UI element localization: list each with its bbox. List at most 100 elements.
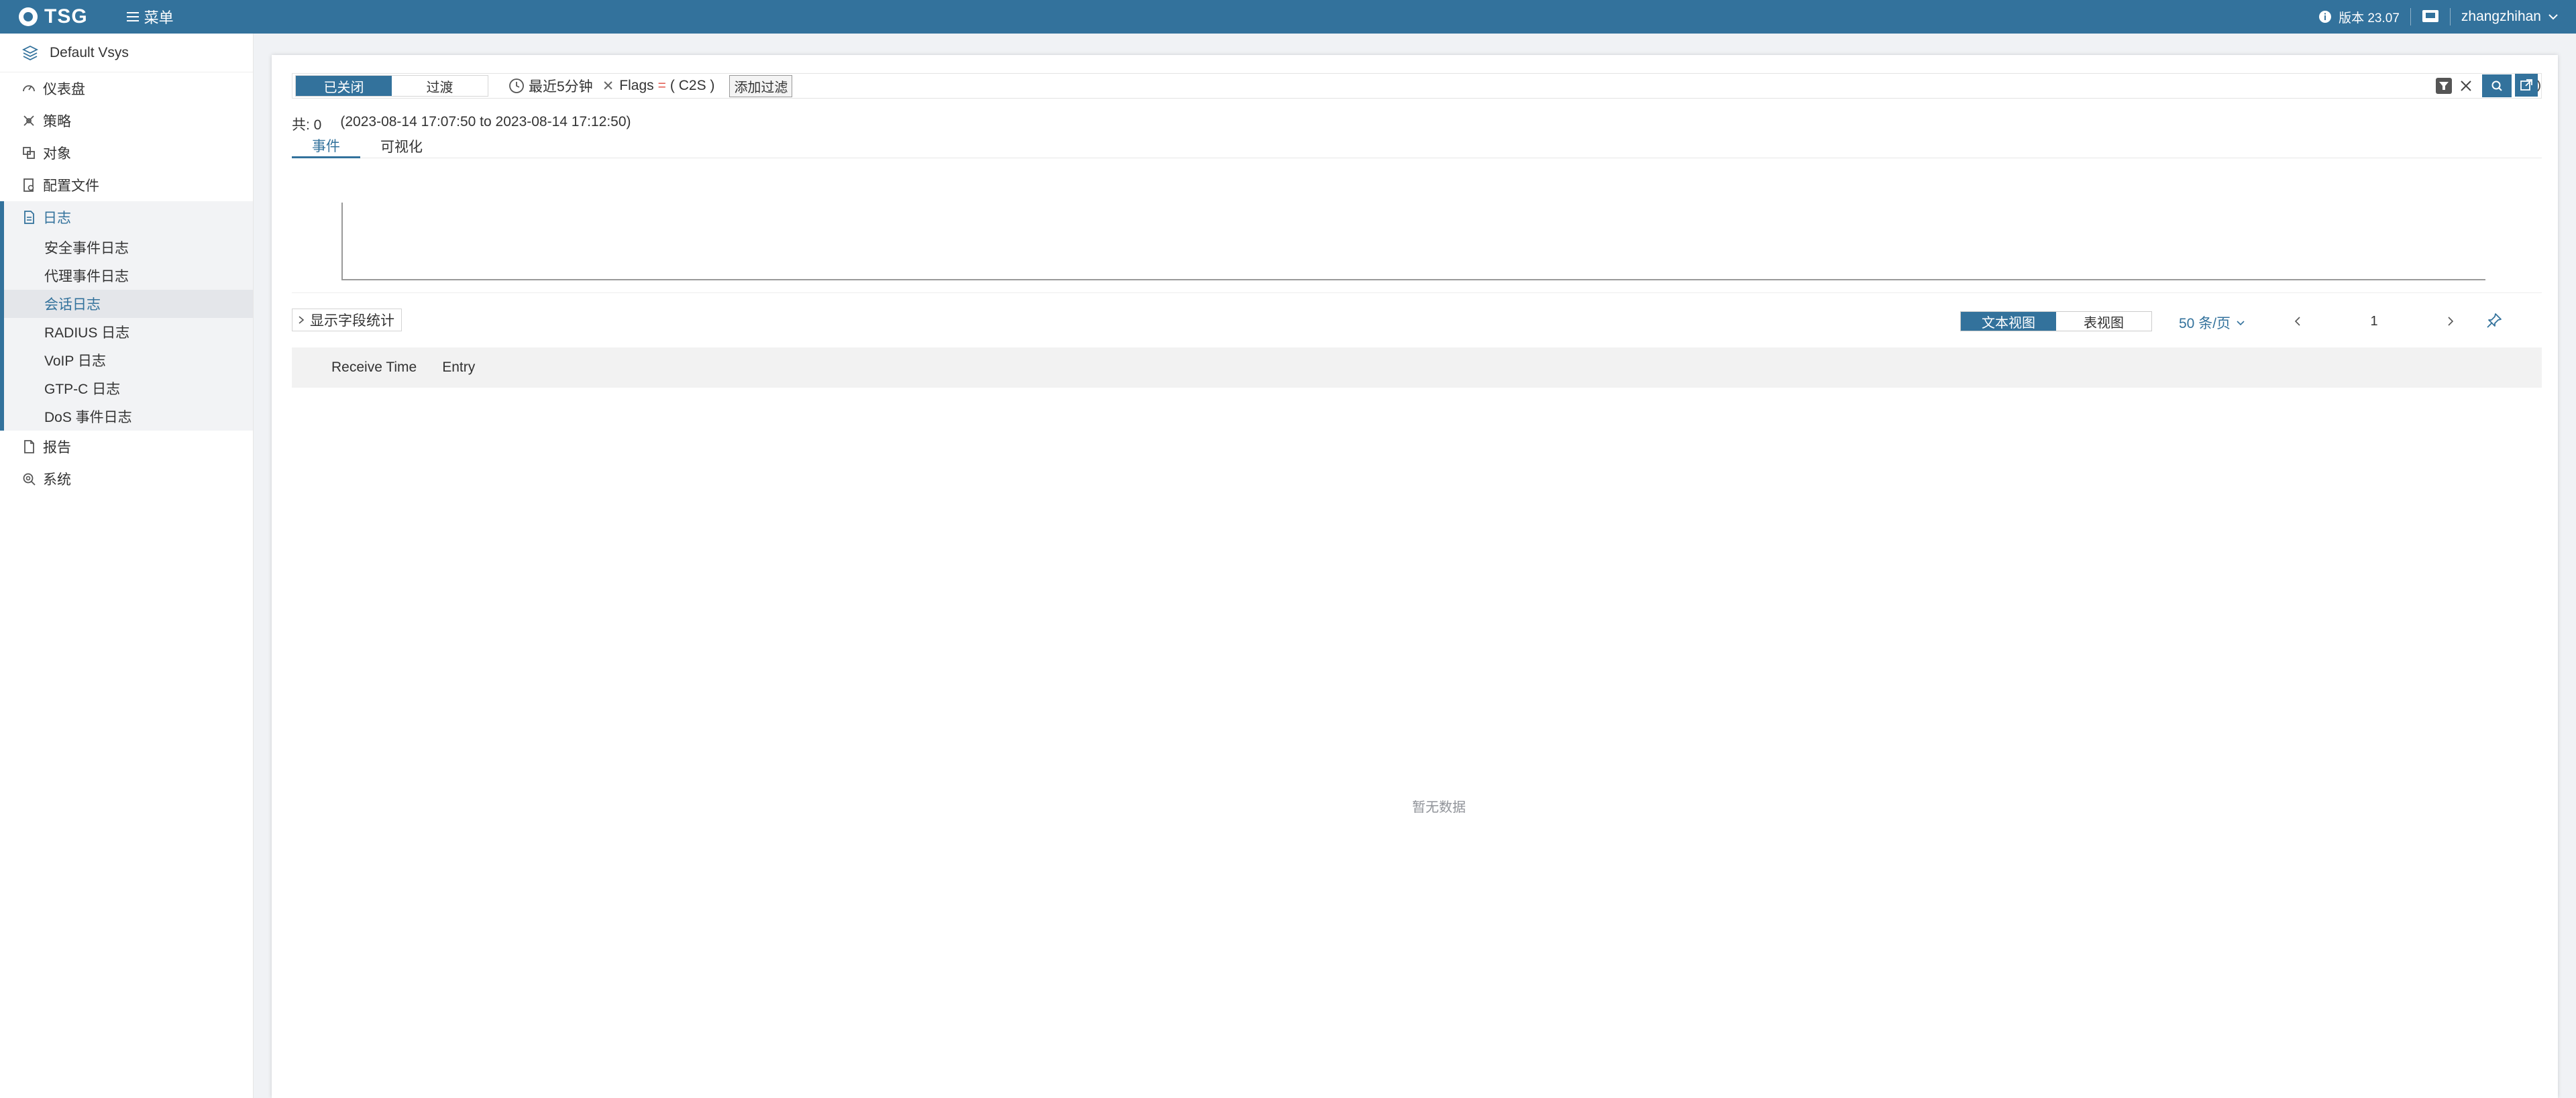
- column-entry[interactable]: Entry: [442, 360, 475, 376]
- logo-icon: [19, 7, 38, 26]
- sidebar-item-label: 仪表盘: [43, 82, 85, 97]
- sidebar-item-profiles[interactable]: 配置文件: [0, 169, 253, 201]
- current-page[interactable]: 1: [2302, 314, 2447, 329]
- screen-button[interactable]: [2422, 9, 2439, 24]
- clock-icon: [509, 78, 524, 93]
- system-icon: [23, 473, 36, 486]
- hamburger-icon: [126, 12, 139, 21]
- sidebar-subitem-dos-log[interactable]: DoS 事件日志: [4, 402, 253, 431]
- toggle-transition-button[interactable]: 过渡: [392, 76, 488, 96]
- close-icon: [2461, 80, 2471, 91]
- field-stats-toggle[interactable]: 显示字段统计: [292, 309, 402, 331]
- chevron-right-icon: [2448, 317, 2454, 326]
- divider: [2449, 8, 2451, 25]
- user-menu[interactable]: zhangzhihan: [2461, 9, 2559, 25]
- sidebar-item-label: 策略: [43, 114, 71, 129]
- sidebar-item-objects[interactable]: 对象: [0, 137, 253, 169]
- next-page-button[interactable]: [2447, 316, 2455, 327]
- sidebar-subitem-radius-log[interactable]: RADIUS 日志: [4, 318, 253, 346]
- log-icon: [24, 211, 34, 224]
- layers-icon: [21, 45, 39, 60]
- sidebar-item-label: 系统: [43, 472, 71, 488]
- empty-state: 暂无数据: [1412, 800, 1466, 815]
- tab-visualization[interactable]: 可视化: [360, 134, 443, 158]
- objects-icon: [23, 147, 35, 159]
- status-toggle: 已关闭 过渡: [295, 75, 488, 97]
- username: zhangzhihan: [2461, 9, 2541, 24]
- filter-field: Flags: [619, 78, 654, 93]
- divider: [292, 292, 2542, 293]
- add-filter-button[interactable]: 添加过滤: [729, 74, 793, 97]
- divider: [2410, 8, 2411, 25]
- column-receive-time[interactable]: Receive Time: [331, 360, 417, 376]
- table-header: Receive Time Entry: [292, 347, 2542, 388]
- pagination: 1: [2294, 311, 2455, 331]
- top-bar: TSG 菜单 版本 23.07 zhangzhihan: [0, 0, 2576, 34]
- dashboard-icon: [23, 85, 35, 92]
- sidebar-item-dashboard[interactable]: 仪表盘: [0, 72, 253, 105]
- sidebar-item-label: 报告: [43, 440, 71, 455]
- pin-icon: [2487, 313, 2502, 328]
- page-size-select[interactable]: 50 条/页: [2179, 313, 2245, 333]
- page-size-label: 50 条/页: [2179, 316, 2231, 331]
- policy-icon: [23, 115, 34, 126]
- text-view-button[interactable]: 文本视图: [1961, 312, 2056, 331]
- time-range-label: 最近5分钟: [529, 79, 593, 95]
- filter-button[interactable]: [2435, 77, 2453, 95]
- result-time-range: (2023-08-14 17:07:50 to 2023-08-14 17:12…: [340, 114, 631, 129]
- view-tabs: 事件 可视化: [292, 134, 2542, 158]
- chevron-down-icon: [2548, 14, 2558, 20]
- sidebar-subitem-proxy-log[interactable]: 代理事件日志: [4, 262, 253, 290]
- filter-bar: 已关闭 过渡 最近5分钟 ✕ Flags = ( C2S ) 添加过滤: [292, 73, 2542, 99]
- logo-text: TSG: [44, 5, 88, 28]
- histogram-x-axis: [341, 279, 2485, 280]
- prev-page-button[interactable]: [2294, 316, 2302, 327]
- sidebar-item-logs[interactable]: 日志: [4, 201, 253, 233]
- sidebar-item-label: 配置文件: [43, 178, 99, 194]
- remove-filter-button[interactable]: ✕: [602, 78, 614, 95]
- vsys-selector[interactable]: Default Vsys: [0, 34, 253, 72]
- logo[interactable]: TSG: [17, 5, 88, 28]
- sidebar-subitem-security-log[interactable]: 安全事件日志: [4, 233, 253, 262]
- sidebar-item-label: 对象: [43, 146, 71, 162]
- result-count: 共: 0: [292, 117, 322, 133]
- sidebar-item-label: 日志: [43, 211, 71, 226]
- export-icon: [2520, 79, 2532, 91]
- menu-button[interactable]: 菜单: [126, 6, 174, 28]
- sidebar-item-system[interactable]: 系统: [0, 463, 253, 495]
- search-icon: [2491, 80, 2502, 91]
- chevron-right-icon: [299, 316, 305, 324]
- sidebar-subitem-gtpc-log[interactable]: GTP-C 日志: [4, 374, 253, 402]
- time-range-selector[interactable]: 最近5分钟: [508, 76, 593, 96]
- version-text: 版本 23.07: [2339, 11, 2400, 25]
- event-histogram: [341, 203, 2485, 283]
- vsys-label: Default Vsys: [50, 44, 129, 60]
- view-mode-switch: 文本视图 表视图: [1960, 311, 2152, 331]
- tab-events[interactable]: 事件: [292, 134, 360, 158]
- chevron-left-icon: [2294, 317, 2300, 326]
- report-icon: [24, 440, 34, 453]
- filter-value: ( C2S ): [669, 78, 715, 93]
- filter-icon: [2436, 78, 2452, 94]
- sidebar-item-policy[interactable]: 策略: [0, 105, 253, 137]
- chevron-down-icon: [2237, 320, 2245, 325]
- field-stats-label: 显示字段统计: [310, 313, 394, 329]
- profile-icon: [23, 178, 34, 192]
- sidebar: Default Vsys 仪表盘 策略 对象 配置文件 日志 安全事件日志 代理…: [0, 34, 254, 1098]
- pin-button[interactable]: [2485, 312, 2503, 329]
- toggle-closed-button[interactable]: 已关闭: [296, 76, 392, 96]
- sidebar-subitem-session-log[interactable]: 会话日志: [4, 290, 253, 318]
- histogram-y-axis: [341, 203, 343, 280]
- search-button[interactable]: [2482, 74, 2512, 97]
- sidebar-group-logs: 日志 安全事件日志 代理事件日志 会话日志 RADIUS 日志 VoIP 日志 …: [0, 201, 253, 431]
- clear-filter-button[interactable]: [2459, 79, 2473, 93]
- info-icon: [2319, 11, 2332, 23]
- sidebar-subitem-voip-log[interactable]: VoIP 日志: [4, 346, 253, 374]
- sidebar-item-reports[interactable]: 报告: [0, 431, 253, 463]
- main-panel: 已关闭 过渡 最近5分钟 ✕ Flags = ( C2S ) 添加过滤 共: 0…: [272, 55, 2558, 1098]
- filter-operator: =: [657, 78, 666, 93]
- table-view-button[interactable]: 表视图: [2056, 312, 2151, 331]
- screen-icon: [2422, 10, 2438, 22]
- export-button[interactable]: [2515, 74, 2538, 97]
- version-info: 版本 23.07: [2318, 8, 2400, 26]
